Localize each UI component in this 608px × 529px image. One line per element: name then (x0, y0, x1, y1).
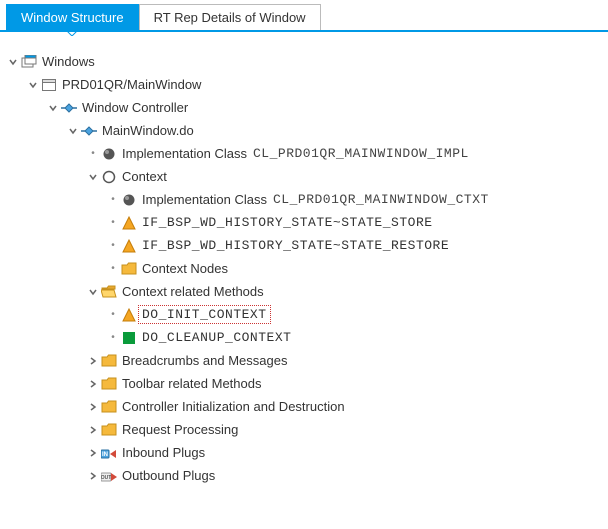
expand-toggle-icon[interactable] (86, 170, 100, 184)
tree-node-do-cleanup[interactable]: • DO_CLEANUP_CONTEXT (6, 326, 602, 349)
tree-label: IF_BSP_WD_HISTORY_STATE~STATE_RESTORE (140, 238, 451, 253)
window-icon (40, 76, 58, 94)
expand-toggle-icon[interactable] (86, 446, 100, 460)
expand-toggle-icon[interactable] (86, 377, 100, 391)
tree-label: Implementation Class (140, 192, 269, 207)
tree-node-context-methods[interactable]: Context related Methods (6, 280, 602, 303)
tree-node-inbound[interactable]: IN Inbound Plugs (6, 441, 602, 464)
expand-toggle-icon[interactable] (6, 55, 20, 69)
leaf-marker-icon: • (106, 263, 120, 274)
tree-label: PRD01QR/MainWindow (60, 77, 203, 92)
expand-toggle-icon[interactable] (86, 354, 100, 368)
tree-node-state-store[interactable]: • IF_BSP_WD_HISTORY_STATE~STATE_STORE (6, 211, 602, 234)
active-tab-marker-icon (7, 30, 138, 36)
expand-toggle-icon[interactable] (86, 285, 100, 299)
leaf-marker-icon: • (86, 148, 100, 159)
tree-label: Implementation Class (120, 146, 249, 161)
expand-toggle-icon[interactable] (26, 78, 40, 92)
tree-label: Controller Initialization and Destructio… (120, 399, 347, 414)
tree-node-toolbar[interactable]: Toolbar related Methods (6, 372, 602, 395)
tab-rt-rep-details[interactable]: RT Rep Details of Window (139, 4, 321, 30)
expand-toggle-icon[interactable] (86, 423, 100, 437)
tree-label: Context Nodes (140, 261, 230, 276)
tree-label: Inbound Plugs (120, 445, 207, 460)
tree-label: Breadcrumbs and Messages (120, 353, 289, 368)
svg-text:IN: IN (102, 452, 108, 458)
tree-node-do-init[interactable]: • DO_INIT_CONTEXT (6, 303, 602, 326)
folder-icon (100, 352, 118, 370)
expand-toggle-icon[interactable] (86, 400, 100, 414)
tree-node-req-proc[interactable]: Request Processing (6, 418, 602, 441)
triangle-warning-icon (120, 237, 138, 255)
leaf-marker-icon: • (106, 332, 120, 343)
square-green-icon (120, 329, 138, 347)
tree: Windows PRD01QR/MainWindow Window C (0, 32, 608, 493)
tab-label: RT Rep Details of Window (154, 10, 306, 25)
tree-label: DO_CLEANUP_CONTEXT (140, 330, 293, 345)
tree-label: Context related Methods (120, 284, 266, 299)
leaf-marker-icon: • (106, 309, 120, 320)
tree-node-outbound[interactable]: OUT Outbound Plugs (6, 464, 602, 487)
tree-label: MainWindow.do (100, 123, 196, 138)
folder-icon (120, 260, 138, 278)
expand-toggle-icon[interactable] (86, 469, 100, 483)
tree-value: CL_PRD01QR_MAINWINDOW_CTXT (273, 192, 489, 207)
plug-in-icon: IN (100, 444, 118, 462)
controller-icon (60, 99, 78, 117)
tree-label: Context (120, 169, 169, 184)
tree-node-context-nodes[interactable]: • Context Nodes (6, 257, 602, 280)
tree-label: Outbound Plugs (120, 468, 217, 483)
folder-icon (100, 375, 118, 393)
leaf-marker-icon: • (106, 194, 120, 205)
sphere-dark-icon (120, 191, 138, 209)
tree-node-component[interactable]: PRD01QR/MainWindow (6, 73, 602, 96)
tree-label: Windows (40, 54, 97, 69)
folder-open-icon (100, 283, 118, 301)
tree-node-breadcrumbs[interactable]: Breadcrumbs and Messages (6, 349, 602, 372)
tab-window-structure[interactable]: Window Structure (6, 4, 139, 30)
tab-bar: Window Structure RT Rep Details of Windo… (0, 0, 608, 32)
tree-label: Toolbar related Methods (120, 376, 263, 391)
svg-text:OUT: OUT (101, 475, 111, 481)
expand-toggle-icon[interactable] (66, 124, 80, 138)
tree-label: IF_BSP_WD_HISTORY_STATE~STATE_STORE (140, 215, 435, 230)
expand-toggle-icon[interactable] (46, 101, 60, 115)
tab-label: Window Structure (21, 10, 124, 25)
sphere-dark-icon (100, 145, 118, 163)
tree-node-impl-class[interactable]: • Implementation Class CL_PRD01QR_MAINWI… (6, 142, 602, 165)
tree-node-context[interactable]: Context (6, 165, 602, 188)
circle-outline-icon (100, 168, 118, 186)
folder-icon (100, 398, 118, 416)
tree-node-ctrl-init[interactable]: Controller Initialization and Destructio… (6, 395, 602, 418)
tree-node-controller[interactable]: Window Controller (6, 96, 602, 119)
windows-stack-icon (20, 53, 38, 71)
plug-out-icon: OUT (100, 467, 118, 485)
leaf-marker-icon: • (106, 240, 120, 251)
tree-label: Request Processing (120, 422, 240, 437)
folder-icon (100, 421, 118, 439)
tree-node-windows[interactable]: Windows (6, 50, 602, 73)
leaf-marker-icon: • (106, 217, 120, 228)
tree-label: DO_INIT_CONTEXT (140, 307, 269, 322)
tree-node-state-restore[interactable]: • IF_BSP_WD_HISTORY_STATE~STATE_RESTORE (6, 234, 602, 257)
tree-value: CL_PRD01QR_MAINWINDOW_IMPL (253, 146, 469, 161)
triangle-warning-icon (120, 306, 138, 324)
controller-icon (80, 122, 98, 140)
triangle-warning-icon (120, 214, 138, 232)
tree-label: Window Controller (80, 100, 190, 115)
tree-node-view[interactable]: MainWindow.do (6, 119, 602, 142)
tree-node-ctxt-impl[interactable]: • Implementation Class CL_PRD01QR_MAINWI… (6, 188, 602, 211)
